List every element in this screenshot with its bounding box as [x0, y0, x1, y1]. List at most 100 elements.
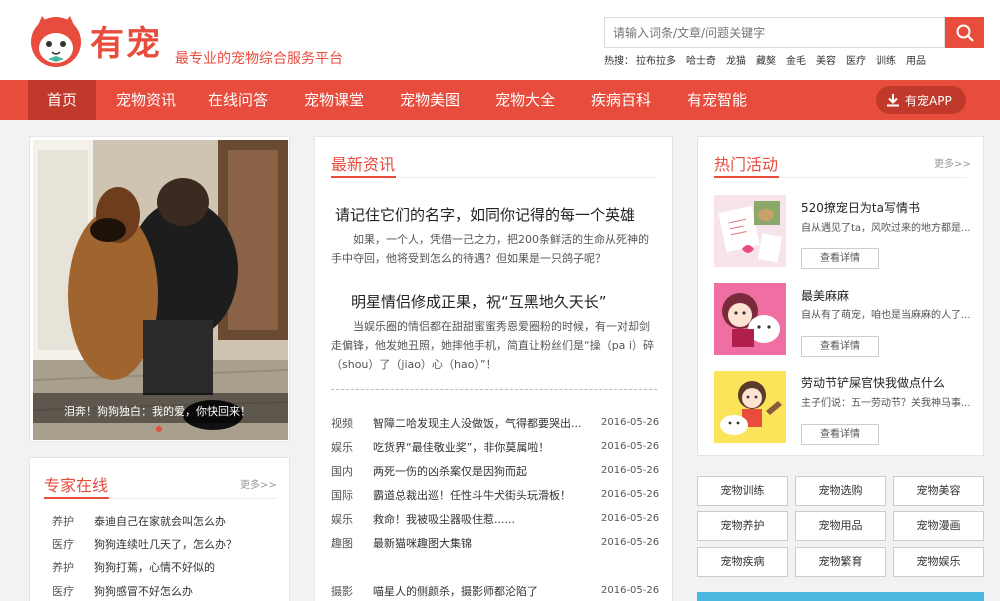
feature-headline[interactable]: 请记住它们的名字，如同你记得的每一个英雄 [335, 204, 635, 225]
title-underline [714, 176, 779, 178]
site-header: 有宠 最专业的宠物综合服务平台 热搜：拉布拉多哈士奇龙猫藏獒金毛美容医疗训练用品 [0, 0, 1000, 80]
nav-item-qa[interactable]: 在线问答 [200, 80, 276, 120]
news-link[interactable]: 最新猫咪趣图大集锦 [373, 535, 472, 551]
title-underline [44, 497, 109, 499]
news-date: 2016-05-26 [601, 441, 660, 452]
feature-summary: 当娱乐圈的情侣都在甜甜蜜蜜秀恩爱圈粉的时候，有一对却剑走偏锋，他发她丑照，她摔他… [331, 320, 654, 371]
news-link[interactable]: 霸道总裁出巡！任性斗牛犬街头玩滑板！ [373, 487, 571, 503]
hot-search-item[interactable]: 龙猫 [726, 56, 746, 67]
hot-search-row: 热搜： 拉布拉多 哈士奇 龙猫 藏獒 金毛 美容 医疗 训练 用品 [604, 52, 936, 67]
news-date: 2016-05-26 [601, 537, 660, 548]
expert-tag: 养护 [52, 561, 74, 574]
latest-news-panel: 最新资讯 请记住它们的名字，如同你记得的每一个英雄 如果，一个人，凭借一己之力，… [314, 136, 673, 601]
dashed-divider [331, 389, 657, 390]
news-date: 2016-05-26 [601, 513, 660, 524]
expert-more-link[interactable]: 更多>> [240, 476, 277, 491]
search-box [604, 17, 945, 48]
news-tag: 娱乐 [331, 441, 353, 454]
view-details-button[interactable]: 查看详情 [801, 248, 879, 269]
activity-image[interactable] [714, 195, 786, 267]
news-tag: 摄影 [331, 585, 353, 598]
activity-title-link[interactable]: 劳动节铲屎官快我做点什么 [801, 374, 945, 391]
title-underline [331, 176, 396, 178]
news-link[interactable]: 吃货界“最佳敬业奖”，非你莫属啦！ [373, 439, 549, 455]
search-input[interactable] [605, 18, 944, 47]
view-details-button[interactable]: 查看详情 [801, 424, 879, 445]
hot-search-item[interactable]: 用品 [906, 56, 926, 67]
nav-item-news[interactable]: 宠物资讯 [106, 80, 186, 120]
news-date: 2016-05-26 [601, 417, 660, 428]
hot-search-item[interactable]: 哈士奇 [686, 56, 716, 67]
feature-summary: 如果，一个人，凭借一己之力，把200条鲜活的生命从死神的手中夺回，他将受到怎么的… [331, 233, 649, 265]
activity-desc: 自从有了萌宠，咱也是当麻麻的人了... [801, 310, 971, 321]
search-button[interactable] [945, 17, 984, 48]
news-tag: 国际 [331, 489, 353, 502]
brand-slogan: 最专业的宠物综合服务平台 [175, 51, 343, 67]
expert-question[interactable]: 狗狗感冒不好怎么办 [94, 583, 193, 599]
app-download-label: 有宠APP [905, 93, 952, 108]
category-button-entertainment[interactable]: 宠物娱乐 [893, 547, 984, 577]
news-link[interactable]: 救命！我被吸尘器吸住惹...... [373, 511, 515, 527]
category-button-comics[interactable]: 宠物漫画 [893, 511, 984, 541]
news-link[interactable]: 智障二哈发现主人没做饭，气得都要哭出... [373, 415, 582, 431]
activity-desc: 自从遇见了ta，风吹过来的地方都是... [801, 223, 971, 234]
hot-search-item[interactable]: 训练 [876, 56, 896, 67]
nav-item-home[interactable]: 首页 [28, 80, 96, 120]
expert-question[interactable]: 泰迪自己在家就会叫怎么办 [94, 513, 226, 529]
photo-slider[interactable]: 泪奔！狗狗独白：我的爱，你快回来！ [29, 136, 290, 442]
hot-search-item[interactable]: 金毛 [786, 56, 806, 67]
expert-title: 专家在线 [44, 476, 109, 495]
download-icon [887, 94, 899, 107]
banner-strip[interactable] [697, 592, 984, 601]
app-download-button[interactable]: 有宠APP [876, 86, 966, 114]
news-date: 2016-05-26 [601, 585, 660, 596]
activity-title: 热门活动 [714, 155, 779, 174]
nav-item-smart[interactable]: 有宠智能 [679, 80, 755, 120]
news-tag: 趣图 [331, 537, 353, 550]
news-link[interactable]: 两死一伤的凶杀案仅是因狗而起 [373, 463, 527, 479]
news-date: 2016-05-26 [601, 489, 660, 500]
hot-search-item[interactable]: 藏獒 [756, 56, 776, 67]
slider-caption[interactable]: 泪奔！狗狗独白：我的爱，你快回来！ [64, 403, 251, 419]
category-button-buying[interactable]: 宠物选购 [795, 476, 886, 506]
category-button-disease[interactable]: 宠物疾病 [697, 547, 788, 577]
expert-tag: 医疗 [52, 538, 74, 551]
news-link[interactable]: 喵星人的侧颜杀，摄影师都沦陷了 [373, 583, 538, 599]
hot-search-item[interactable]: 拉布拉多 [636, 56, 676, 67]
category-button-grooming[interactable]: 宠物美容 [893, 476, 984, 506]
slider-dot[interactable] [156, 426, 162, 432]
hot-activities-panel: 热门活动 更多>> 520撩宠日为ta写情书 自从遇见了ta，风吹过来的地方都是… [697, 136, 984, 456]
activity-desc: 主子们说：五一劳动节？关我神马事... [801, 398, 971, 409]
logo-icon[interactable] [28, 12, 84, 68]
expert-question[interactable]: 狗狗连续吐几天了，怎么办？ [94, 536, 237, 552]
category-button-care[interactable]: 宠物养护 [697, 511, 788, 541]
activity-image[interactable] [714, 371, 786, 443]
news-tag: 视频 [331, 417, 353, 430]
news-title: 最新资讯 [331, 155, 396, 174]
expert-tag: 医疗 [52, 585, 74, 598]
view-details-button[interactable]: 查看详情 [801, 336, 879, 357]
category-button-supplies[interactable]: 宠物用品 [795, 511, 886, 541]
news-tag: 国内 [331, 465, 353, 478]
search-icon [956, 24, 974, 42]
category-button-training[interactable]: 宠物训练 [697, 476, 788, 506]
activity-image[interactable] [714, 283, 786, 355]
brand-name[interactable]: 有宠 [90, 16, 162, 65]
activity-more-link[interactable]: 更多>> [934, 155, 971, 170]
feature-headline[interactable]: 明星情侣修成正果，祝“互黑地久天长” [351, 291, 607, 312]
expert-tag: 养护 [52, 515, 74, 528]
activity-title-link[interactable]: 520撩宠日为ta写情书 [801, 199, 920, 216]
expert-online-panel: 专家在线 更多>> 养护 泰迪自己在家就会叫怎么办 医疗 狗狗连续吐几天了，怎么… [29, 457, 290, 601]
activity-title-link[interactable]: 最美麻麻 [801, 287, 849, 304]
hot-search-item[interactable]: 医疗 [846, 56, 866, 67]
hot-search-label: 热搜： [604, 56, 634, 67]
category-button-breeding[interactable]: 宠物繁育 [795, 547, 886, 577]
nav-item-photos[interactable]: 宠物美图 [392, 80, 468, 120]
news-tag: 娱乐 [331, 513, 353, 526]
main-nav: 首页 宠物资讯 在线问答 宠物课堂 宠物美图 宠物大全 疾病百科 有宠智能 [0, 80, 1000, 120]
expert-question[interactable]: 狗狗打蔫，心情不好似的 [94, 559, 215, 575]
hot-search-item[interactable]: 美容 [816, 56, 836, 67]
nav-item-encyclopedia[interactable]: 宠物大全 [487, 80, 563, 120]
nav-item-disease[interactable]: 疾病百科 [583, 80, 659, 120]
nav-item-class[interactable]: 宠物课堂 [296, 80, 372, 120]
